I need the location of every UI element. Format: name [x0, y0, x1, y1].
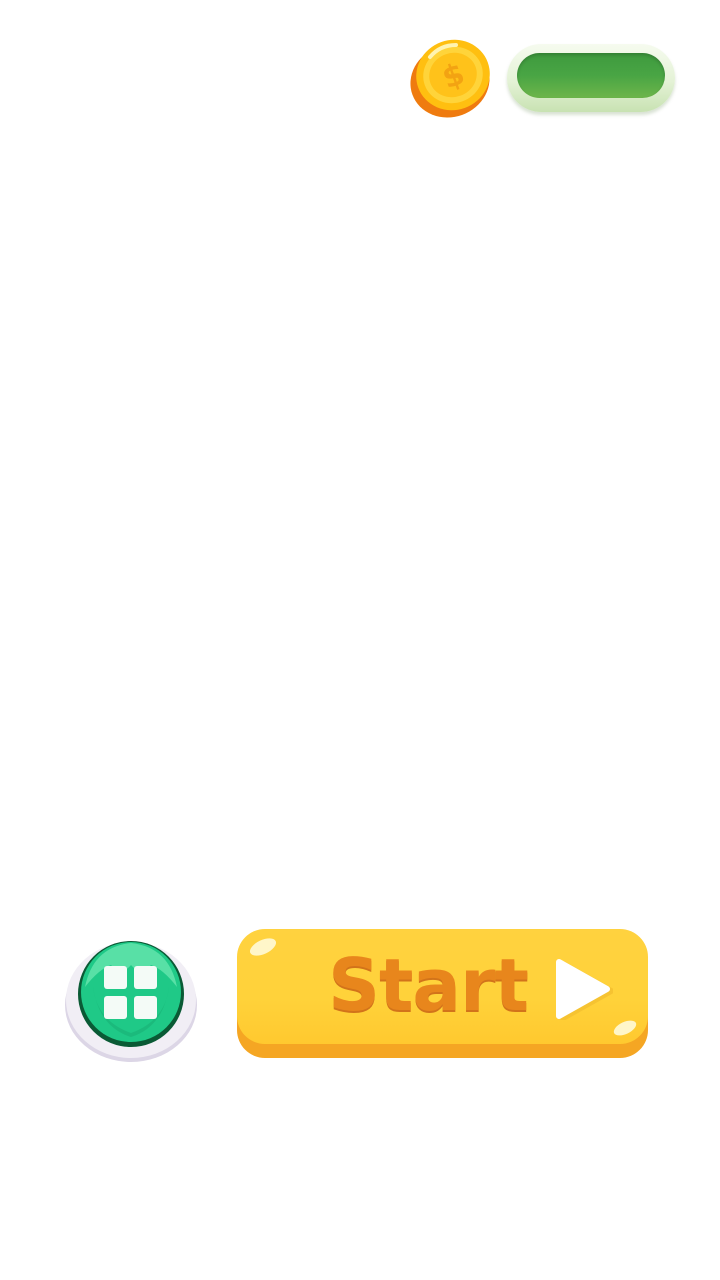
shine-highlight-bottom	[613, 1020, 637, 1036]
menu-button[interactable]	[63, 929, 200, 1064]
play-icon	[556, 959, 613, 1020]
shine-highlight-top	[249, 938, 277, 956]
start-button-label: Start	[328, 943, 529, 1027]
coin-balance-fill	[517, 53, 665, 98]
start-button[interactable]: Start	[237, 929, 648, 1059]
dollar-coin-icon: $	[410, 37, 494, 119]
coin-balance-bar	[507, 44, 675, 112]
game-screen: $ Start	[0, 0, 720, 1280]
coin-balance-value	[517, 53, 665, 98]
